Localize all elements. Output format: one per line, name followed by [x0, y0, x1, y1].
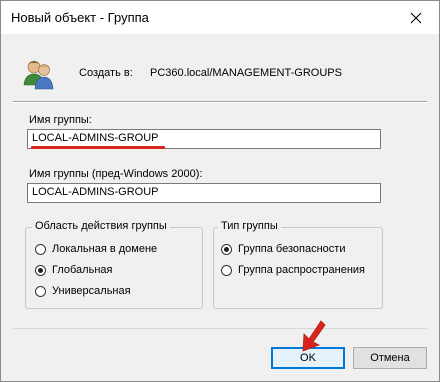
create-in-label: Создать в:	[79, 67, 133, 79]
close-button[interactable]	[393, 1, 439, 34]
scope-domain-local-label: Локальная в домене	[52, 243, 158, 255]
scope-universal-label: Универсальная	[52, 285, 131, 297]
scope-global-label: Глобальная	[52, 264, 113, 276]
group-type-title: Тип группы	[218, 220, 281, 232]
scope-global-radio[interactable]: Глобальная	[35, 264, 112, 276]
radio-unchecked-icon	[35, 243, 46, 255]
header-divider	[13, 101, 427, 103]
window-title: Новый объект - Группа	[11, 10, 149, 25]
users-group-icon	[23, 60, 54, 90]
type-distribution-radio[interactable]: Группа распространения	[221, 264, 365, 276]
radio-unchecked-icon	[35, 285, 46, 297]
group-name-pre2000-label: Имя группы (пред-Windows 2000):	[29, 168, 203, 180]
group-name-pre2000-input[interactable]: LOCAL-ADMINS-GROUP	[27, 183, 381, 203]
annotation-underline	[31, 146, 165, 149]
scope-universal-radio[interactable]: Универсальная	[35, 285, 131, 297]
scope-domain-local-radio[interactable]: Локальная в домене	[35, 243, 157, 255]
type-security-radio[interactable]: Группа безопасности	[221, 243, 345, 255]
group-name-label: Имя группы:	[29, 114, 92, 126]
type-distribution-label: Группа распространения	[238, 264, 365, 276]
radio-checked-icon	[35, 264, 46, 276]
radio-checked-icon	[221, 243, 232, 255]
container-path: PC360.local/MANAGEMENT-GROUPS	[150, 67, 342, 79]
pointer-arrow-icon	[302, 320, 326, 352]
cancel-button[interactable]: Отмена	[353, 347, 427, 369]
dialog-window: Новый объект - Группа Создать в: PC360.l…	[0, 0, 440, 382]
close-icon	[410, 12, 422, 23]
group-scope-title: Область действия группы	[32, 220, 170, 232]
radio-unchecked-icon	[221, 264, 232, 276]
type-security-label: Группа безопасности	[238, 243, 346, 255]
footer-divider	[13, 328, 427, 329]
title-bar: Новый объект - Группа	[1, 1, 439, 34]
